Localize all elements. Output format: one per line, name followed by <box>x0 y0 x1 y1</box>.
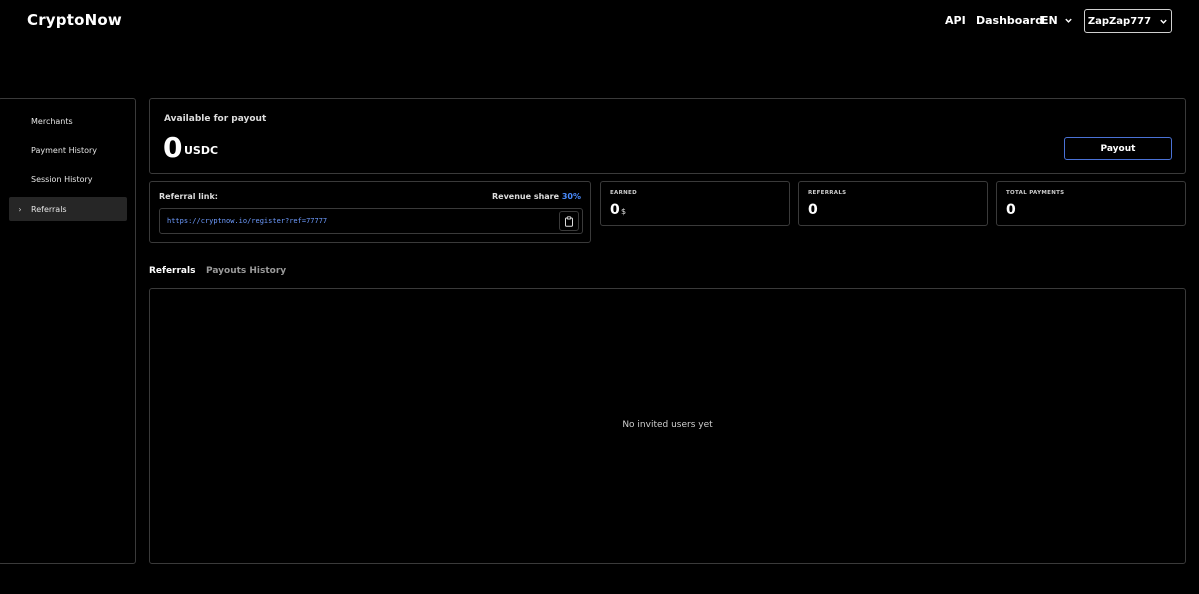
chevron-down-icon <box>1160 19 1167 24</box>
referral-link-card: Referral link: Revenue share 30% https:/… <box>149 181 591 243</box>
total-payments-stat-card: TOTAL PAYMENTS 0 <box>996 181 1186 226</box>
sidebar-item-session-history[interactable]: Session History <box>9 167 127 191</box>
username: ZapZap777 <box>1087 15 1152 27</box>
stat-label: EARNED <box>610 190 637 196</box>
stat-unit: $ <box>621 207 627 216</box>
stat-value: 0 <box>808 202 818 218</box>
referral-link-field[interactable]: https://cryptnow.io/register?ref=77777 <box>159 208 583 234</box>
empty-state-text: No invited users yet <box>622 420 713 430</box>
clipboard-icon <box>565 215 573 227</box>
chevron-right-icon: › <box>18 204 22 214</box>
stat-label: TOTAL PAYMENTS <box>1006 190 1065 196</box>
sidebar-item-label: Payment History <box>31 145 98 155</box>
tab-referrals[interactable]: Referrals <box>149 266 195 276</box>
tab-payouts-history[interactable]: Payouts History <box>206 266 286 276</box>
sidebar-item-label: Referrals <box>31 204 67 214</box>
sidebar-item-label: Session History <box>31 174 93 184</box>
payout-amount: 0 <box>163 131 183 164</box>
user-menu-button[interactable]: ZapZap777 <box>1084 9 1172 33</box>
stat-value: 0 <box>1006 202 1016 218</box>
revenue-share-label: Revenue share <box>491 192 560 201</box>
payout-button[interactable]: Payout <box>1064 137 1172 160</box>
stat-label: REFERRALS <box>808 190 847 196</box>
revenue-share: Revenue share 30% <box>492 192 581 201</box>
referral-link-label: Referral link: <box>159 192 219 201</box>
referral-link-text[interactable]: https://cryptnow.io/register?ref=77777 <box>167 217 327 225</box>
language-selector[interactable]: EN <box>1041 14 1073 27</box>
payout-label: Available for payout <box>164 114 267 124</box>
logo[interactable]: CryptoNow <box>27 11 122 29</box>
copy-button[interactable] <box>559 211 579 231</box>
earned-stat-card: EARNED 0 $ <box>600 181 790 226</box>
top-header: CryptoNow API Dashboard EN ZapZap777 <box>0 0 1199 42</box>
revenue-share-value: 30% <box>561 192 581 201</box>
nav-dashboard-link[interactable]: Dashboard <box>976 14 1043 27</box>
sidebar: Merchants Payment History Session Histor… <box>0 98 136 564</box>
sidebar-item-merchants[interactable]: Merchants <box>9 109 127 133</box>
stat-value: 0 <box>610 202 620 218</box>
sidebar-item-label: Merchants <box>31 116 73 126</box>
payout-currency: USDC <box>184 144 219 157</box>
nav-api-link[interactable]: API <box>945 14 966 27</box>
referrals-stat-card: REFERRALS 0 <box>798 181 988 226</box>
chevron-down-icon <box>1065 18 1072 23</box>
payout-card: Available for payout 0 USDC Payout <box>149 98 1186 174</box>
sidebar-item-payment-history[interactable]: Payment History <box>9 138 127 162</box>
language-label: EN <box>1041 14 1058 27</box>
referrals-list: No invited users yet <box>149 288 1186 564</box>
sidebar-item-referrals[interactable]: › Referrals <box>9 197 127 221</box>
